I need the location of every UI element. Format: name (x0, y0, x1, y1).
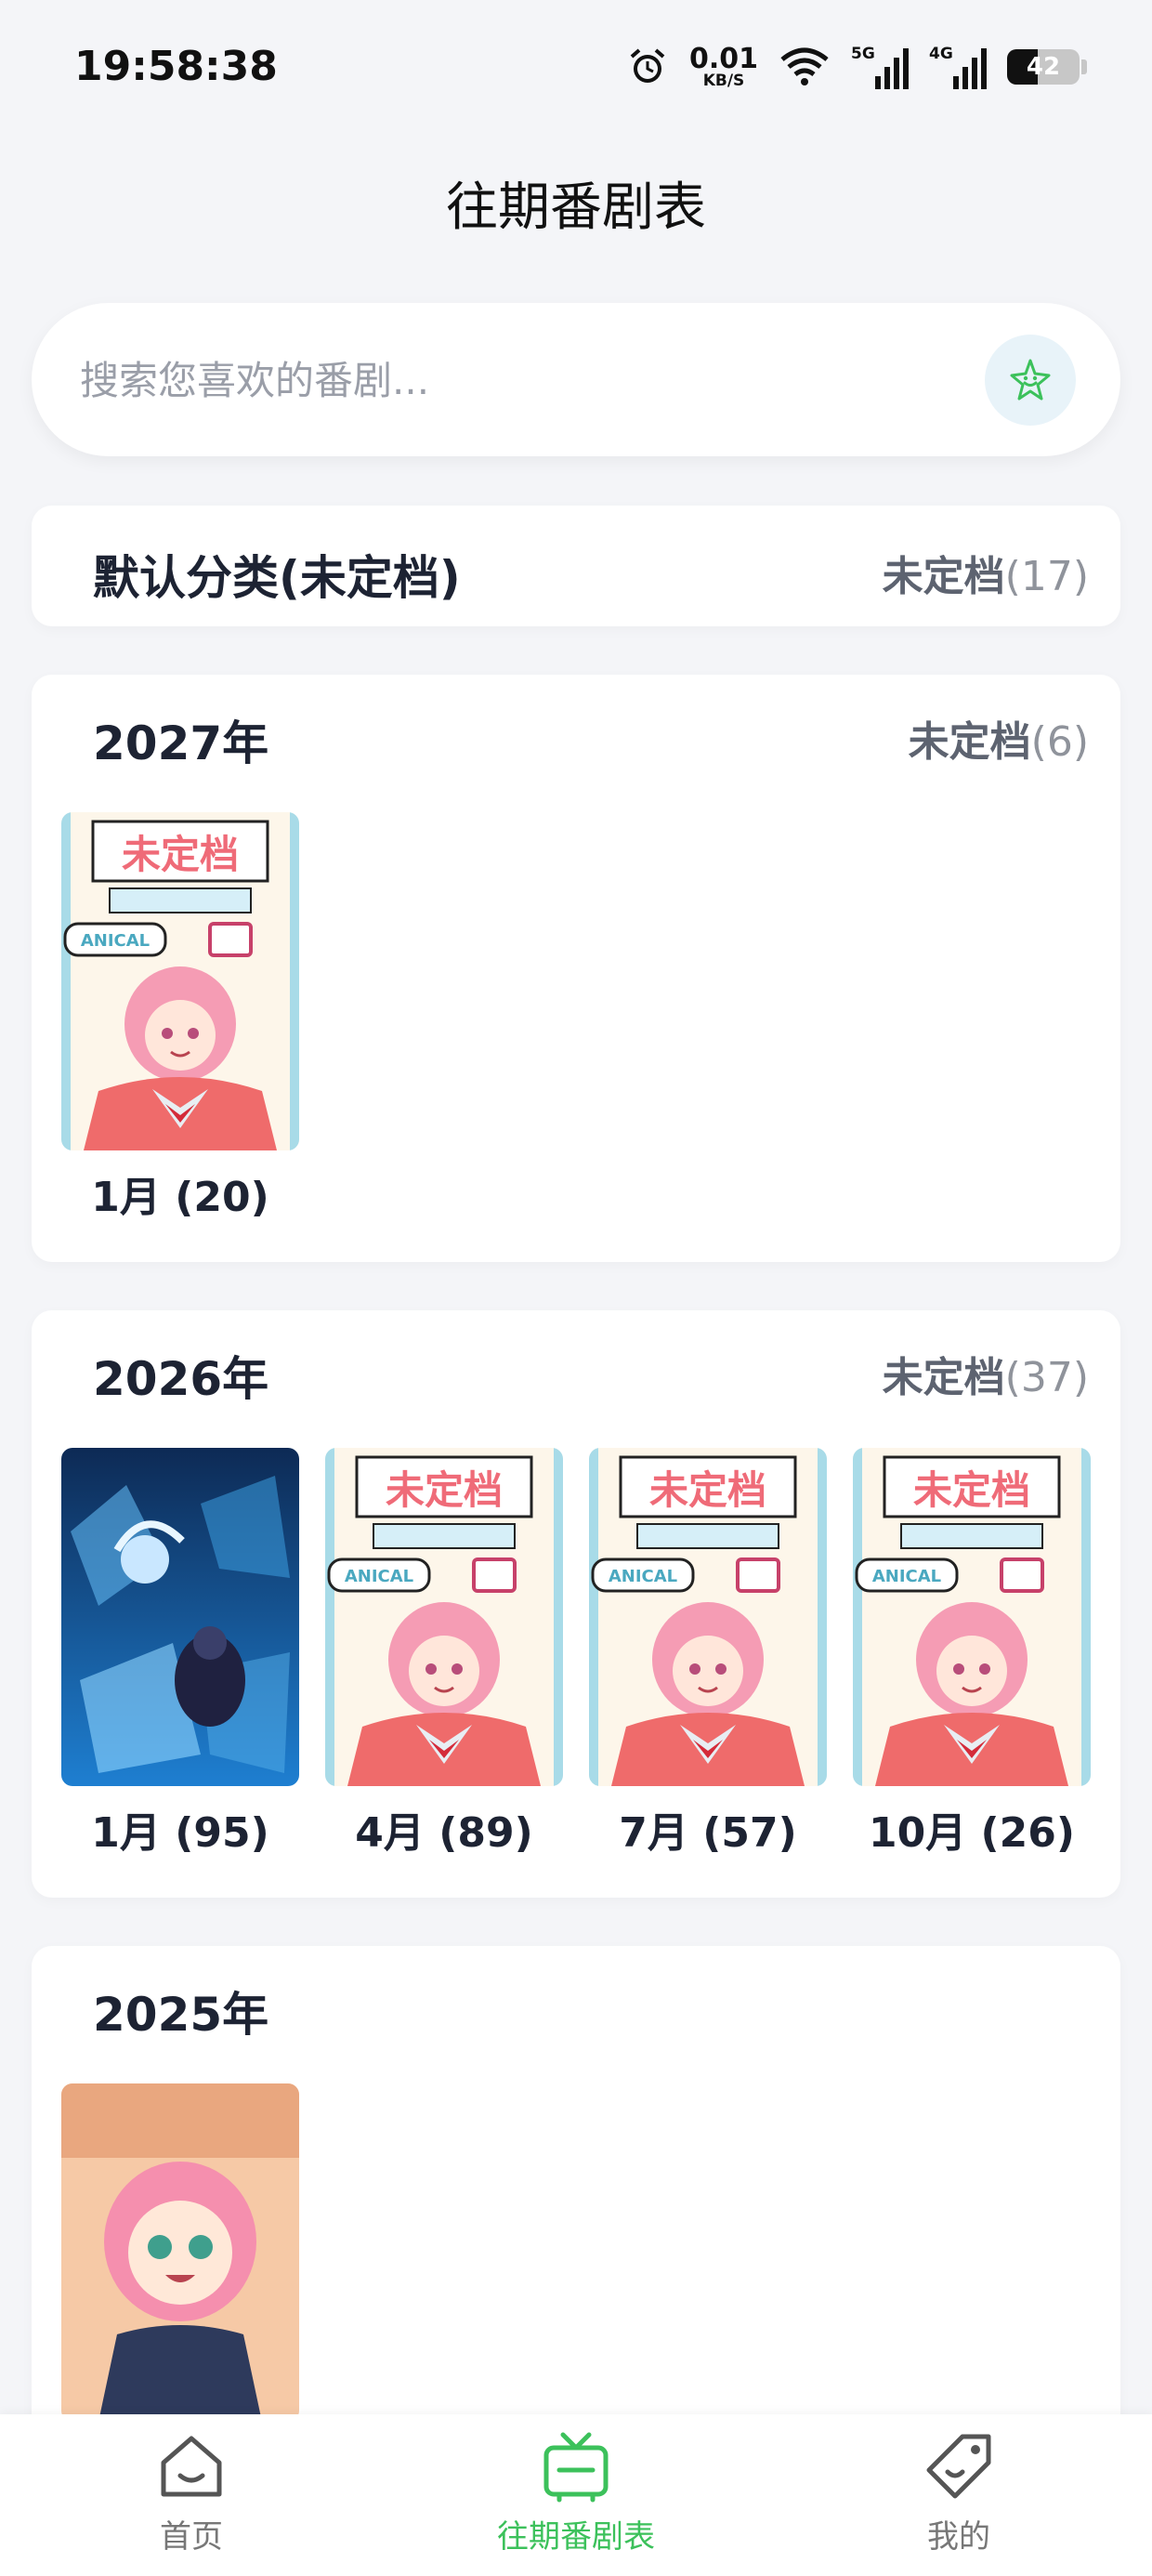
season-item[interactable]: 未定档 ANICAL 7月 (57) (589, 1448, 827, 1859)
signal-4g-icon: 4G (929, 45, 987, 89)
season-item[interactable] (61, 2083, 299, 2422)
tv-icon (543, 2432, 609, 2503)
year-unscheduled-link[interactable]: 未定档(37) (883, 1344, 1089, 1403)
nav-schedule[interactable]: 往期番剧表 (474, 2429, 678, 2556)
default-category-title: 默认分类(未定档) (93, 551, 461, 605)
svg-text:未定档: 未定档 (649, 1467, 766, 1513)
unscheduled-label: 未定档 (908, 718, 1031, 766)
year-title: 2026年 (93, 1352, 269, 1406)
unscheduled-count: (6) (1030, 718, 1089, 766)
season-label: 7月 (57) (619, 1809, 797, 1857)
season-label: 1月 (95) (91, 1809, 269, 1857)
anical-poster: 未定档 ANICAL (61, 812, 299, 1150)
page-title: 往期番剧表 (446, 177, 706, 238)
svg-text:未定档: 未定档 (122, 832, 239, 877)
wifi-icon (780, 47, 829, 85)
anical-poster: 未定档 ANICAL (589, 1448, 827, 1786)
svg-text:ANICAL: ANICAL (345, 1567, 413, 1586)
home-icon (161, 2436, 222, 2497)
year-card-2025: 2025年 (32, 1946, 1120, 2466)
default-category-card[interactable]: 默认分类(未定档) 未定档(17) (32, 506, 1120, 626)
nav-schedule-label: 往期番剧表 (497, 2518, 655, 2556)
year-title: 2025年 (93, 1988, 269, 2042)
year-unscheduled-link[interactable]: 未定档(6) (909, 708, 1089, 768)
nav-home[interactable]: 首页 (89, 2429, 294, 2556)
svg-text:ANICAL: ANICAL (609, 1567, 677, 1586)
svg-text:ANICAL: ANICAL (81, 931, 150, 951)
season-item[interactable]: 1月 (95) (61, 1448, 299, 1859)
net-speed: 0.01 KB/S (688, 42, 758, 90)
svg-text:ANICAL: ANICAL (872, 1567, 941, 1586)
spy-family-poster (61, 2083, 299, 2422)
unscheduled-count: (37) (1004, 1354, 1089, 1401)
status-icons: 0.01 KB/S 5G 4G 42 (626, 39, 1087, 95)
season-item[interactable]: 未定档 ANICAL 10月 (26) (853, 1448, 1091, 1859)
anical-poster: 未定档 ANICAL (853, 1448, 1091, 1786)
unscheduled-count: (17) (1004, 553, 1089, 600)
search-bar (32, 303, 1120, 458)
svg-text:未定档: 未定档 (386, 1467, 503, 1513)
bottom-nav: 首页 往期番剧表 我的 (0, 2414, 1152, 2576)
status-bar: 19:58:38 0.01 KB/S 5G 4G 42 (0, 0, 1152, 139)
anical-poster: 未定档 ANICAL (325, 1448, 563, 1786)
sparkle-search-icon (1010, 359, 1051, 401)
search-input[interactable] (78, 303, 964, 458)
crystal-poster (61, 1448, 299, 1786)
nav-home-label: 首页 (160, 2518, 223, 2556)
signal-5g-icon: 5G (851, 45, 909, 89)
year-card-2027: 2027年 未定档(6) 未定档 ANICAL 1月 (20) (32, 675, 1120, 1262)
year-title: 2027年 (93, 716, 269, 770)
unscheduled-label: 未定档 (882, 1354, 1005, 1401)
season-label: 4月 (89) (355, 1809, 533, 1857)
search-button[interactable] (985, 335, 1076, 426)
default-category-meta[interactable]: 未定档(17) (883, 543, 1089, 602)
nav-mine[interactable]: 我的 (857, 2429, 1061, 2556)
year-card-2026: 2026年 未定档(37) 1月 (95) 未定档 ANICAL 4月 (89)… (32, 1310, 1120, 1898)
season-item[interactable]: 未定档 ANICAL 1月 (20) (61, 812, 299, 1223)
svg-text:未定档: 未定档 (913, 1467, 1030, 1513)
battery-icon: 42 (1007, 49, 1080, 85)
unscheduled-label: 未定档 (882, 553, 1005, 600)
nav-mine-label: 我的 (927, 2518, 990, 2556)
tag-icon (926, 2434, 991, 2499)
season-label: 10月 (26) (869, 1809, 1075, 1857)
season-label: 1月 (20) (91, 1174, 269, 1221)
status-time: 19:58:38 (74, 43, 278, 90)
alarm-icon (630, 48, 665, 83)
season-item[interactable]: 未定档 ANICAL 4月 (89) (325, 1448, 563, 1859)
